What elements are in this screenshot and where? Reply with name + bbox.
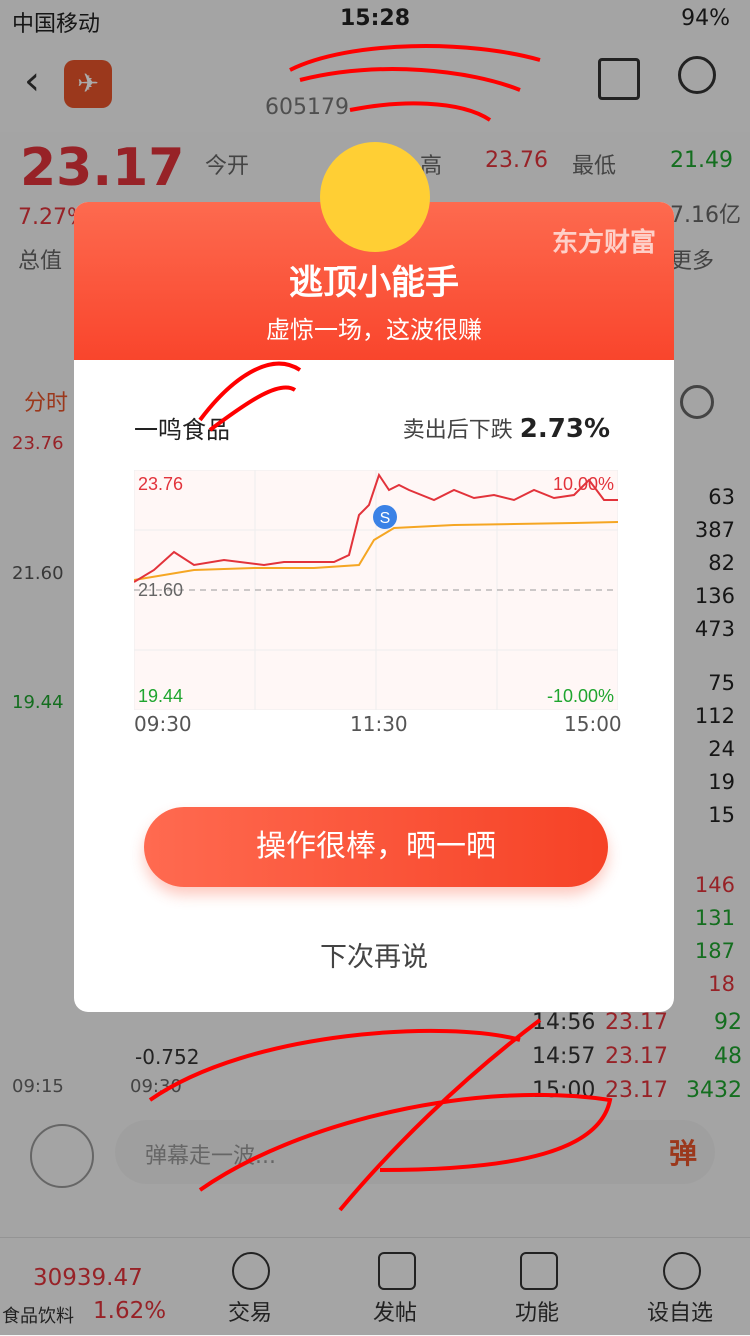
laughing-emoji-icon <box>320 142 430 252</box>
sell-marker-text: S <box>380 510 391 527</box>
drop-label-text: 卖出后下跌 <box>402 418 513 443</box>
modal-subtitle: 虚惊一场，这波很赚 <box>266 316 482 344</box>
drop-label: 卖出后下跌 2.73% <box>403 412 610 444</box>
mini-price-chart: S 23.76 10.00% 21.60 19.44 -10.00% <box>134 470 618 710</box>
chart-bottom-value: 19.44 <box>138 686 183 706</box>
modal-title: 逃顶小能手 <box>289 263 459 303</box>
chart-bottom-pct: -10.00% <box>547 686 614 706</box>
drop-value: 2.73% <box>519 414 610 444</box>
chart-time-mid: 11:30 <box>350 712 408 736</box>
chart-time-end: 15:00 <box>564 712 622 736</box>
brand-watermark: 东方财富 <box>551 228 656 258</box>
chart-time-start: 09:30 <box>134 712 192 736</box>
dismiss-button[interactable]: 下次再说 <box>74 935 674 974</box>
modal-stock-name: 一鸣食品 <box>134 416 230 444</box>
chart-top-value: 23.76 <box>138 474 183 494</box>
achievement-modal: 东方财富 逃顶小能手 虚惊一场，这波很赚 一鸣食品 卖出后下跌 2.73% S … <box>74 202 674 1012</box>
chart-top-pct: 10.00% <box>553 474 614 494</box>
chart-mid-value: 21.60 <box>138 580 183 600</box>
share-button[interactable]: 操作很棒，晒一晒 <box>144 807 608 887</box>
